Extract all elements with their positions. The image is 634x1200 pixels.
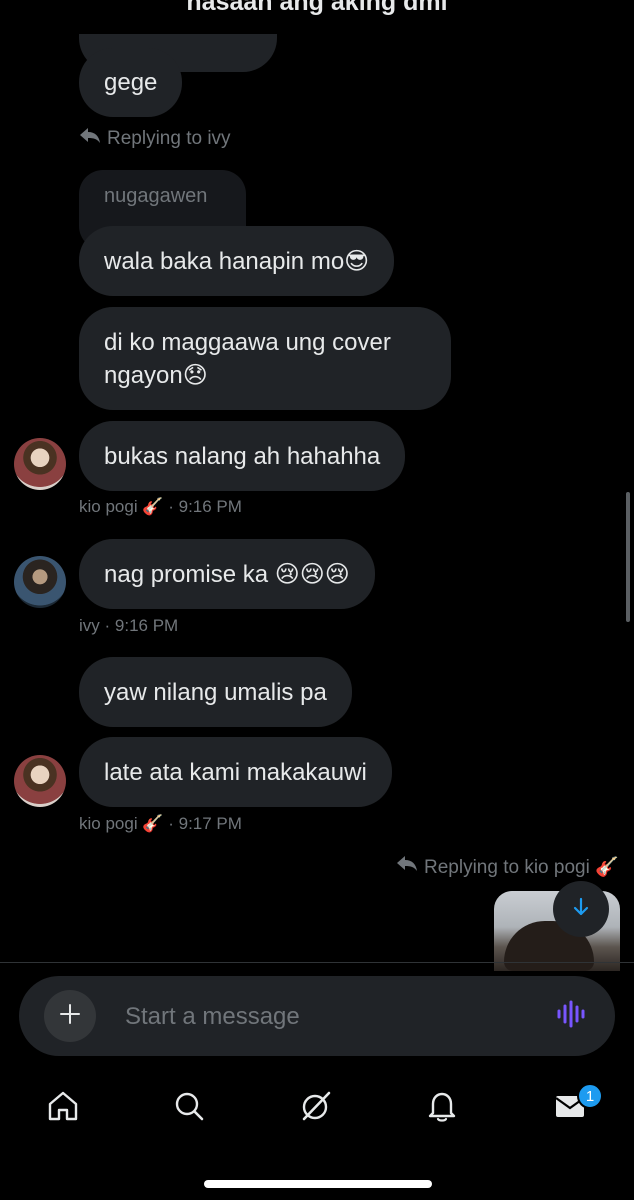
sender-name: kio pogi 🎸 [79, 814, 164, 833]
message-bubble[interactable]: gege [79, 48, 183, 117]
waveform-icon [556, 1000, 586, 1033]
home-icon [46, 1089, 80, 1128]
message-meta: kio pogi 🎸 · 9:16 PM [79, 497, 242, 517]
message-bubble[interactable]: wala baka hanapin mo 😎 [79, 226, 395, 296]
emoji: 😞 [182, 361, 208, 389]
message-bubble[interactable]: di ko maggaawa ung cover ngayon😞 [79, 307, 451, 410]
tab-grok[interactable] [296, 1088, 336, 1128]
voice-message-button[interactable] [555, 1000, 587, 1032]
timestamp: · 9:16 PM [104, 616, 179, 635]
avatar-kio[interactable] [14, 438, 66, 490]
chat-header: nasaan ang aking dml [0, 0, 634, 34]
message-meta: ivy · 9:16 PM [79, 616, 178, 636]
message-text: late ata kami makakauwi [104, 758, 367, 786]
reply-indicator: Replying to ivy [79, 127, 231, 151]
reply-label: Replying to ivy [107, 128, 231, 149]
search-icon [172, 1089, 206, 1128]
message-text: di ko maggaawa ung cover ngayon😞 [104, 328, 391, 389]
bottom-tab-bar [0, 1080, 634, 1140]
sender-name: ivy [79, 616, 100, 635]
scroll-to-bottom-button[interactable] [553, 881, 609, 937]
message-meta: kio pogi 🎸 · 9:17 PM [79, 814, 242, 834]
quoted-text: nugagawen [104, 185, 208, 207]
grok-icon [299, 1089, 333, 1128]
emoji: 😎 [344, 247, 370, 275]
timestamp: · 9:16 PM [168, 497, 242, 516]
plus-icon [59, 1003, 81, 1030]
divider [0, 962, 634, 963]
scrollbar[interactable] [626, 492, 630, 622]
message-text: nag promise ka [104, 560, 269, 588]
message-bubble[interactable]: yaw nilang umalis pa [79, 657, 352, 727]
home-indicator[interactable] [204, 1180, 432, 1188]
unread-badge: 1 [577, 1083, 603, 1109]
reply-arrow-icon [396, 855, 418, 879]
message-bubble[interactable]: late ata kami makakauwi [79, 737, 392, 807]
tab-notifications[interactable] [422, 1088, 462, 1128]
add-attachment-button[interactable] [44, 990, 96, 1042]
message-text: bukas nalang ah hahahha [104, 442, 381, 470]
emoji: 😢😢😢 [274, 560, 350, 588]
sender-name: kio pogi 🎸 [79, 497, 164, 516]
bell-icon [425, 1089, 459, 1128]
message-text: yaw nilang umalis pa [104, 678, 327, 706]
tab-home[interactable] [43, 1088, 83, 1128]
message-input[interactable] [123, 998, 527, 1036]
reply-arrow-icon [79, 127, 101, 151]
avatar-ivy[interactable] [14, 556, 66, 608]
message-bubble[interactable]: bukas nalang ah hahahha [79, 421, 406, 491]
avatar-kio[interactable] [14, 755, 66, 807]
timestamp: · 9:17 PM [168, 814, 242, 833]
message-bubble[interactable]: nag promise ka 😢😢😢 [79, 539, 375, 609]
tab-search[interactable] [169, 1088, 209, 1128]
message-composer [19, 976, 615, 1056]
message-text: wala baka hanapin mo [104, 247, 345, 275]
arrow-down-icon [570, 896, 592, 923]
reply-label: Replying to kio pogi 🎸 [424, 857, 619, 878]
conversation-title[interactable]: nasaan ang aking dml [0, 0, 634, 17]
reply-indicator: Replying to kio pogi 🎸 [396, 855, 619, 879]
message-text: gege [104, 69, 158, 96]
